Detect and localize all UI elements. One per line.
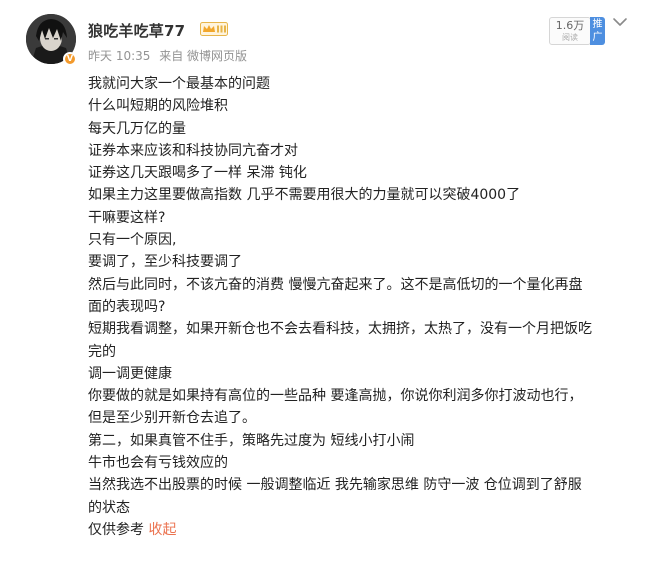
view-count-box: 1.6万 阅读	[549, 17, 591, 45]
verified-badge-icon: V	[63, 52, 77, 66]
post-line: 要调了，至少科技要调了	[88, 254, 242, 271]
post-line: 调一调更健康	[88, 365, 172, 382]
post-line: 当然我选不出股票的时候 一般调整临近 我先输家思维 防守一波 仓位调到了舒服	[88, 477, 582, 494]
promote-button[interactable]: 推广	[590, 17, 605, 45]
post-line: 只有一个原因,	[88, 232, 177, 249]
post-line: 仅供参考	[88, 521, 144, 538]
post-line: 如果主力这里要做高指数 几乎不需要用很大的力量就可以突破4000了	[88, 187, 521, 204]
post-line: 面的表现吗?	[88, 298, 166, 315]
crown-level-badge-icon[interactable]	[200, 22, 228, 36]
view-count-label: 阅读	[562, 33, 578, 42]
post-last-line: 仅供参考 收起	[88, 519, 618, 541]
post-line: 每天几万亿的量	[88, 120, 186, 137]
post-line: 你要做的就是如果持有高位的一些品种 要逢高抛，你说你利润多你打波动也行，	[88, 388, 583, 405]
post-line: 完的	[88, 343, 116, 360]
post-line: 我就问大家一个最基本的问题	[88, 76, 270, 92]
post-line: 然后与此同时，不该亢奋的消费 慢慢亢奋起来了。这不是高低切的一个量化再盘	[88, 276, 583, 293]
view-count: 1.6万	[555, 19, 585, 32]
author-name[interactable]: 狼吃羊吃草77	[88, 20, 185, 41]
post-line: 什么叫短期的风险堆积	[88, 98, 228, 115]
post-line: 干嘛要这样?	[88, 209, 166, 226]
post-source: 来自 微博网页版	[159, 49, 248, 63]
post-meta: 昨天 10:35 来自 微博网页版	[88, 47, 252, 64]
weibo-post-card: V 狼吃羊吃草77 昨天 10:35 来自 微博网页版 1.6万 阅读 推广 我…	[0, 0, 645, 575]
chevron-down-icon[interactable]	[612, 16, 628, 28]
post-line: 证券这几天跟喝多了一样 呆滞 钝化	[88, 165, 307, 182]
post-line: 但是至少别开新仓去追了。	[88, 410, 256, 427]
post-line: 证券本来应该和科技协同亢奋才对	[88, 142, 298, 159]
post-body: 我就问大家一个最基本的问题 什么叫短期的风险堆积 每天几万亿的量 证券本来应该和…	[88, 73, 618, 541]
collapse-link[interactable]: 收起	[148, 522, 176, 538]
post-line: 牛市也会有亏钱效应的	[88, 455, 228, 472]
post-line: 的状态	[88, 499, 130, 516]
post-line: 短期我看调整，如果开新仓也不会去看科技，太拥挤，太热了，没有一个月把饭吃	[88, 321, 592, 338]
post-time[interactable]: 昨天 10:35	[88, 49, 150, 63]
post-line: 第二，如果真管不住手，策略先过度为 短线小打小闹	[88, 432, 415, 449]
